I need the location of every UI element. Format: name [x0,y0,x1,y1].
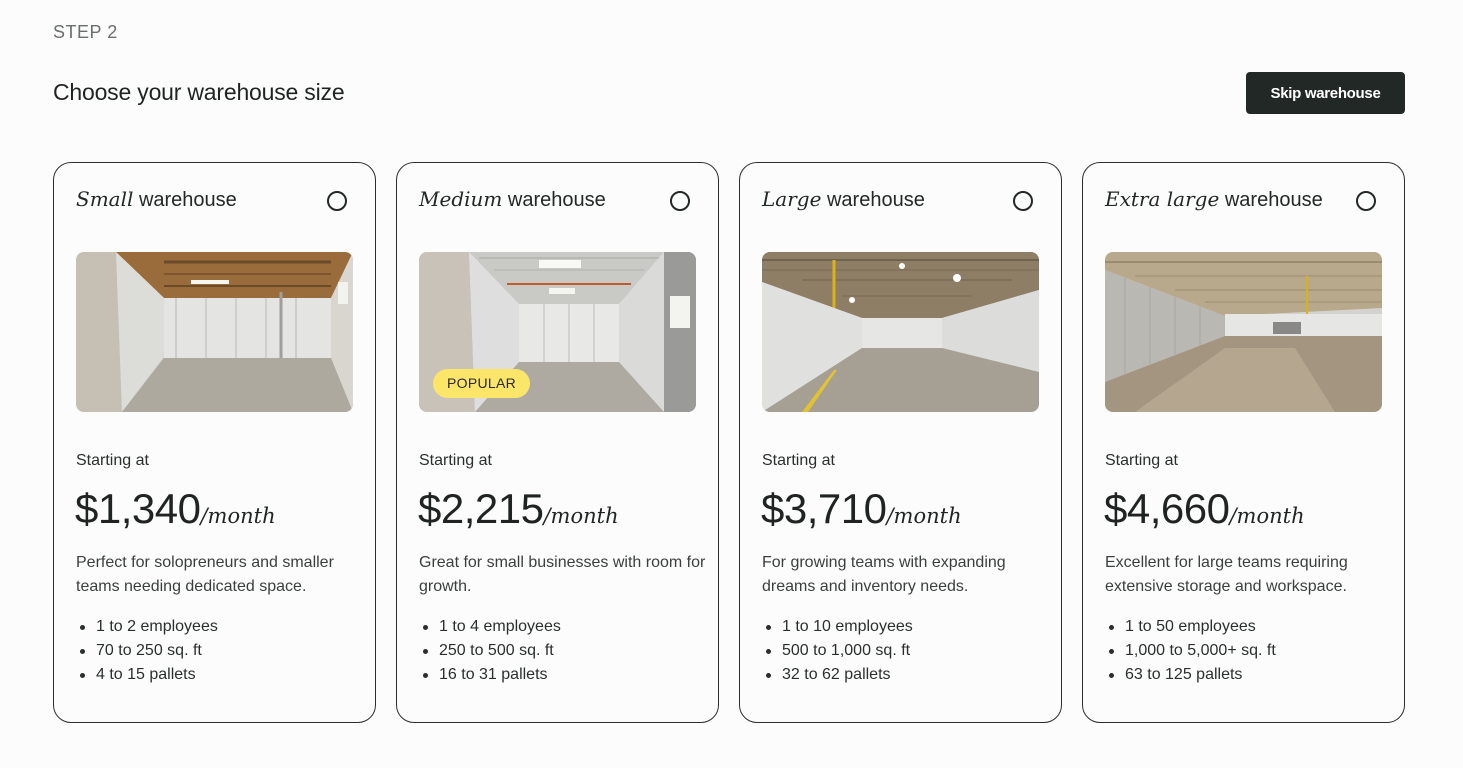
warehouse-card-medium[interactable]: Medium warehouse POPULAR Starting at $2,… [396,162,719,723]
step-label: STEP 2 [53,22,118,42]
card-size-word: Large [762,187,822,211]
skip-warehouse-button[interactable]: Skip warehouse [1246,72,1405,114]
popular-badge: POPULAR [433,369,531,398]
card-size-word: Extra large [1105,187,1220,211]
warehouse-photo [762,252,1039,412]
card-title-suffix: warehouse [507,189,606,211]
feature-area: 1,000 to 5,000+ sq. ft [1105,639,1276,663]
price: $4,660/month [1104,485,1305,533]
card-description: Perfect for solopreneurs and smaller tea… [76,554,334,595]
price: $3,710/month [761,485,962,533]
feature-pallets: 63 to 125 pallets [1105,663,1276,687]
feature-list: 1 to 50 employees 1,000 to 5,000+ sq. ft… [1105,615,1276,687]
price-amount: $4,660 [1104,485,1230,532]
card-title: Large warehouse [762,187,925,212]
starting-label: Starting at [419,452,492,469]
card-title: Medium warehouse [419,187,606,212]
select-radio[interactable] [327,191,347,211]
warehouse-photo [1105,252,1382,412]
feature-list: 1 to 10 employees 500 to 1,000 sq. ft 32… [762,615,913,687]
price-unit: /month [1229,504,1305,528]
warehouse-photo: POPULAR [419,252,696,412]
feature-area: 500 to 1,000 sq. ft [762,639,913,663]
feature-pallets: 32 to 62 pallets [762,663,913,687]
card-description: Excellent for large teams requiring exte… [1105,554,1348,595]
feature-employees: 1 to 2 employees [76,615,218,639]
starting-label: Starting at [1105,452,1178,469]
warehouse-size-step: STEP 2 Choose your warehouse size Skip w… [0,0,1463,768]
card-title: Small warehouse [76,187,237,212]
card-size-word: Medium [419,187,503,211]
price-amount: $1,340 [75,485,201,532]
select-radio[interactable] [670,191,690,211]
card-size-word: Small [76,187,134,211]
card-description: Great for small businesses with room for… [419,554,706,595]
feature-pallets: 16 to 31 pallets [419,663,561,687]
feature-list: 1 to 2 employees 70 to 250 sq. ft 4 to 1… [76,615,218,687]
price-unit: /month [200,504,276,528]
warehouse-card-large[interactable]: Large warehouse Starting at $3,710/month… [739,162,1062,723]
price: $1,340/month [75,485,276,533]
price-amount: $3,710 [761,485,887,532]
card-title-suffix: warehouse [138,189,237,211]
warehouse-card-small[interactable]: Small warehouse Starting at $1,340/month… [53,162,376,723]
feature-area: 250 to 500 sq. ft [419,639,561,663]
starting-label: Starting at [762,452,835,469]
card-title-suffix: warehouse [1224,189,1323,211]
price-amount: $2,215 [418,485,544,532]
price-unit: /month [886,504,962,528]
price-unit: /month [543,504,619,528]
feature-pallets: 4 to 15 pallets [76,663,218,687]
warehouse-photo [76,252,353,412]
feature-employees: 1 to 50 employees [1105,615,1276,639]
select-radio[interactable] [1013,191,1033,211]
feature-area: 70 to 250 sq. ft [76,639,218,663]
feature-employees: 1 to 10 employees [762,615,913,639]
starting-label: Starting at [76,452,149,469]
warehouse-card-extra-large[interactable]: Extra large warehouse Starting at $4,660… [1082,162,1405,723]
price: $2,215/month [418,485,619,533]
feature-employees: 1 to 4 employees [419,615,561,639]
card-title: Extra large warehouse [1105,187,1323,212]
card-title-suffix: warehouse [826,189,925,211]
page-title: Choose your warehouse size [53,79,345,105]
feature-list: 1 to 4 employees 250 to 500 sq. ft 16 to… [419,615,561,687]
select-radio[interactable] [1356,191,1376,211]
card-description: For growing teams with expanding dreams … [762,554,1006,595]
